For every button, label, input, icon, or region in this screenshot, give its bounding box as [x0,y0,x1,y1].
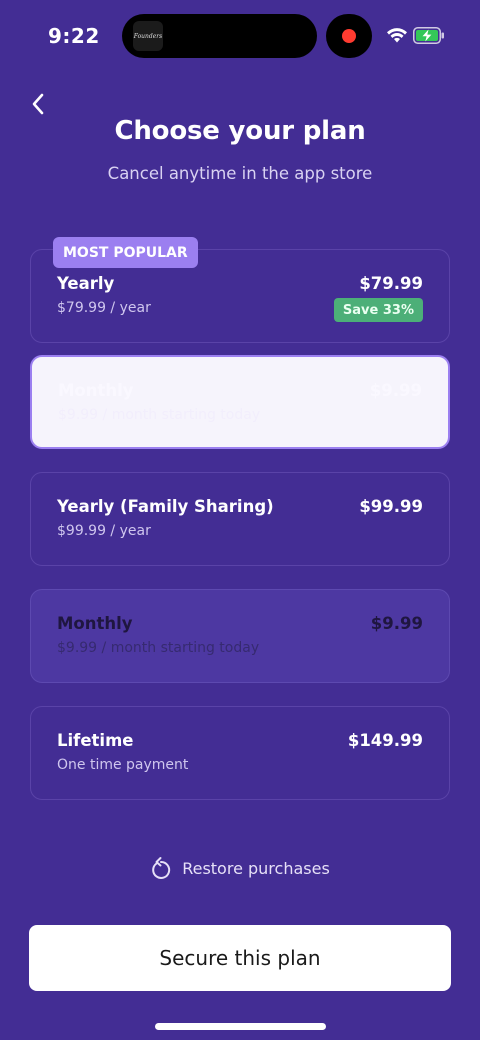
secure-plan-button[interactable]: Secure this plan [29,925,451,991]
dynamic-island: Founders [122,14,317,58]
plan-description: $9.99 / month starting today [58,407,261,423]
page-subtitle: Cancel anytime in the app store [107,164,373,183]
plan-option-monthly-selected[interactable]: Monthly $9.99 / month starting today $9.… [30,355,450,449]
plan-price: $149.99 [347,731,423,750]
plan-price: $9.99 [370,614,423,633]
plan-price: $9.99 [369,381,422,400]
status-time: 9:22 [48,24,100,48]
recording-indicator [326,14,372,58]
restore-icon [152,857,171,879]
wifi-icon [387,28,407,43]
now-playing-thumbnail: Founders [133,21,163,51]
plan-option-yearly-family[interactable]: Yearly (Family Sharing) $99.99 / year $9… [30,472,450,566]
plan-price: $99.99 [359,497,423,516]
plan-name: Yearly (Family Sharing) [57,497,274,516]
plan-name: Monthly [58,381,134,400]
plan-name: Monthly [57,614,133,633]
home-indicator [155,1023,326,1030]
back-button[interactable] [24,90,52,118]
battery-charging-icon [413,27,444,44]
save-badge: Save 33% [333,298,423,322]
plan-option-lifetime[interactable]: Lifetime One time payment $149.99 [30,706,450,800]
plan-description: $79.99 / year [57,300,151,316]
chevron-left-icon [32,93,44,115]
plan-description: One time payment [57,757,189,773]
most-popular-badge: MOST POPULAR [53,237,198,268]
plan-name: Yearly [57,274,115,293]
plan-description: $9.99 / month starting today [57,640,260,656]
status-bar: 9:22 Founders [0,0,480,72]
page-title: Choose your plan [114,116,366,146]
plan-description: $99.99 / year [57,523,151,539]
restore-purchases-button[interactable]: Restore purchases [0,856,480,880]
plan-option-monthly[interactable]: Monthly $9.99 / month starting today $9.… [30,589,450,683]
restore-purchases-label: Restore purchases [182,858,330,878]
plan-name: Lifetime [57,731,134,750]
recording-dot-icon [342,29,356,43]
plan-price: $79.99 [359,274,423,293]
